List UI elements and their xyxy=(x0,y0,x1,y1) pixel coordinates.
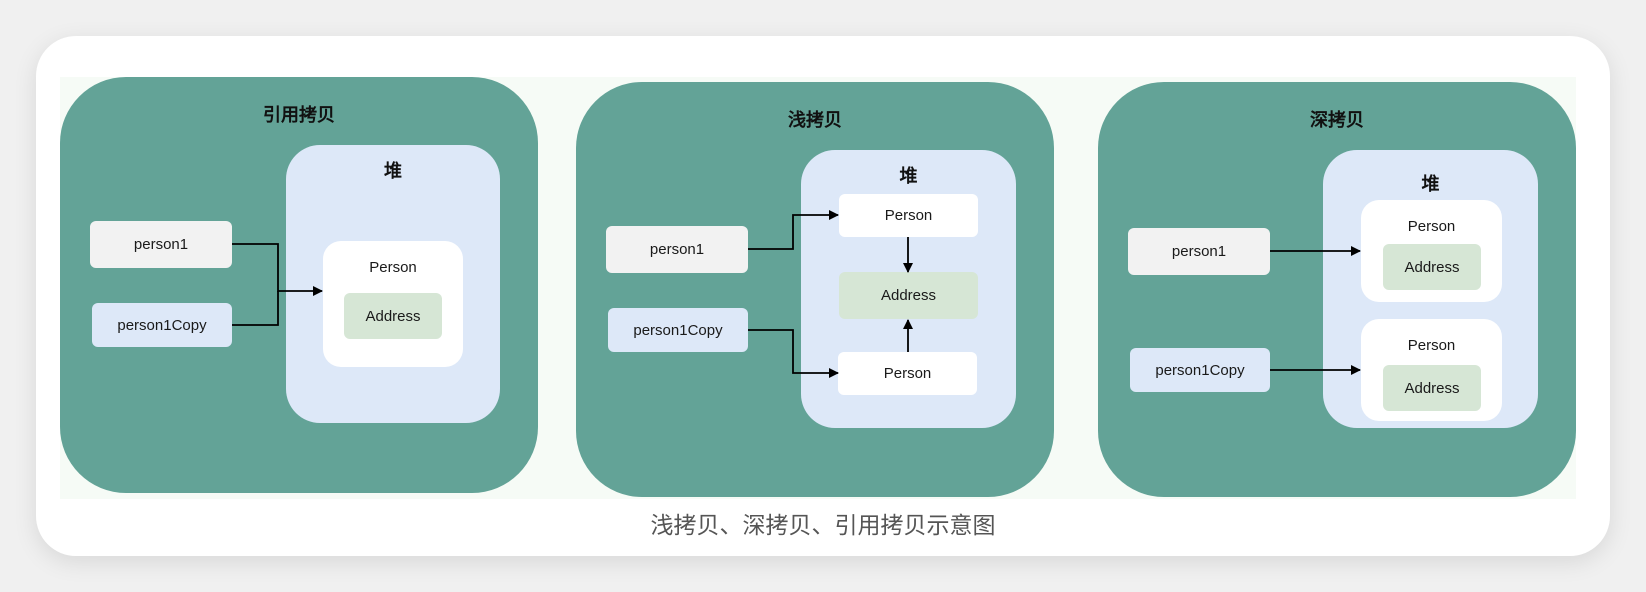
arrow-person1copy-to-person-bottom xyxy=(748,329,839,378)
arrow-person1-to-person-top xyxy=(748,210,839,250)
arrow-person1-to-person xyxy=(232,243,323,296)
connector-arrows xyxy=(232,210,1361,378)
figure-caption: 浅拷贝、深拷贝、引用拷贝示意图 xyxy=(650,513,996,539)
arrow-person1copy-to-person xyxy=(232,291,279,326)
